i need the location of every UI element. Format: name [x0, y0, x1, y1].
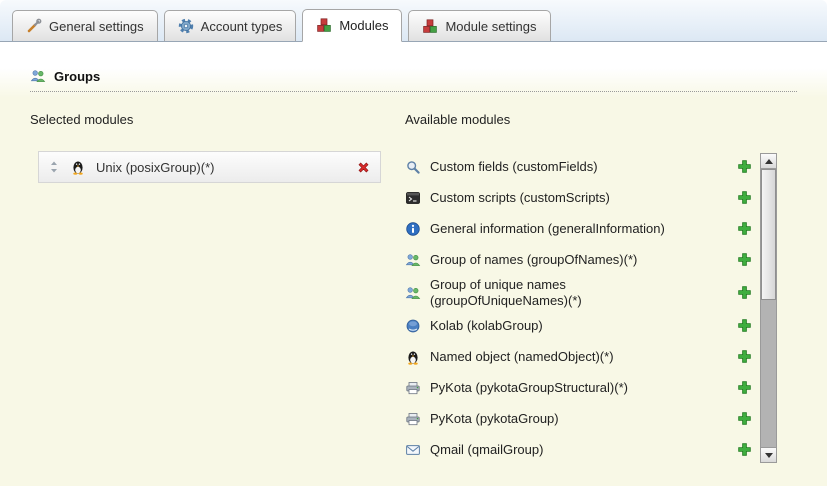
selected-modules-panel: Selected modules Unix (posixGroup)(*): [30, 112, 405, 465]
selected-modules-heading: Selected modules: [30, 112, 405, 127]
add-module-button[interactable]: [736, 190, 752, 206]
tab-label: Module settings: [445, 19, 536, 34]
available-modules-list-wrap: Custom fields (customFields) Custom scri…: [405, 151, 797, 465]
groups-section-header: Groups: [30, 68, 797, 92]
remove-module-button[interactable]: [355, 159, 371, 175]
available-module-row: Group of unique names (groupOfUniqueName…: [405, 275, 752, 310]
drag-handle-icon[interactable]: [48, 159, 60, 175]
groups-section-title: Groups: [54, 69, 100, 84]
tab-modules[interactable]: Modules: [302, 9, 402, 42]
module-label: Custom fields (customFields): [430, 157, 598, 177]
tab-label: General settings: [49, 19, 144, 34]
scroll-up-button[interactable]: [760, 153, 777, 169]
module-label: Kolab (kolabGroup): [430, 316, 543, 336]
module-label: Named object (namedObject)(*): [430, 347, 614, 367]
tab-general-settings[interactable]: General settings: [12, 10, 158, 41]
add-module-button[interactable]: [736, 411, 752, 427]
scroll-down-icon: [765, 453, 773, 458]
info-icon: [405, 221, 421, 237]
tux-icon: [405, 349, 421, 365]
available-module-row: PyKota (pykotaGroupStructural)(*): [405, 372, 752, 403]
modules-icon: [422, 18, 438, 34]
modules-columns: Selected modules Unix (posixGroup)(*) Av…: [30, 112, 797, 465]
module-label: PyKota (pykotaGroup): [430, 409, 559, 429]
available-module-row: PyKota (pykotaGroup): [405, 403, 752, 434]
tux-icon: [70, 159, 86, 175]
script-icon: [405, 190, 421, 206]
add-module-button[interactable]: [736, 221, 752, 237]
scrollbar[interactable]: [760, 153, 777, 463]
available-modules-list: Custom fields (customFields) Custom scri…: [405, 151, 797, 465]
gear-icon: [178, 18, 194, 34]
available-module-row: Named object (namedObject)(*): [405, 341, 752, 372]
available-modules-heading: Available modules: [405, 112, 797, 127]
modules-tab-content: Groups Selected modules Unix (posixGroup…: [0, 68, 827, 486]
printer-icon: [405, 380, 421, 396]
selected-module-row: Unix (posixGroup)(*): [38, 151, 381, 183]
add-module-button[interactable]: [736, 318, 752, 334]
lam-configuration-page: General settings Account types Modules M…: [0, 0, 827, 486]
add-module-button[interactable]: [736, 442, 752, 458]
module-label: Unix (posixGroup)(*): [96, 160, 345, 175]
available-module-row: Qmail (qmailGroup): [405, 434, 752, 465]
scroll-down-button[interactable]: [760, 447, 777, 463]
module-label: Group of names (groupOfNames)(*): [430, 250, 637, 270]
tab-bar: General settings Account types Modules M…: [0, 0, 827, 42]
module-label: Group of unique names (groupOfUniqueName…: [430, 275, 702, 310]
available-module-row: Custom fields (customFields): [405, 151, 752, 182]
groups-icon: [30, 68, 46, 84]
available-module-row: Kolab (kolabGroup): [405, 310, 752, 341]
module-label: Qmail (qmailGroup): [430, 440, 543, 460]
kolab-icon: [405, 318, 421, 334]
available-module-row: Custom scripts (customScripts): [405, 182, 752, 213]
tab-label: Account types: [201, 19, 283, 34]
add-module-button[interactable]: [736, 380, 752, 396]
tools-icon: [26, 18, 42, 34]
available-module-row: Group of names (groupOfNames)(*): [405, 244, 752, 275]
tab-account-types[interactable]: Account types: [164, 10, 297, 41]
module-label: Custom scripts (customScripts): [430, 188, 610, 208]
mail-icon: [405, 442, 421, 458]
module-label: General information (generalInformation): [430, 219, 665, 239]
tab-label: Modules: [339, 18, 388, 33]
available-modules-panel: Available modules Custom fields (customF…: [405, 112, 797, 465]
search-icon: [405, 159, 421, 175]
available-module-row: General information (generalInformation): [405, 213, 752, 244]
add-module-button[interactable]: [736, 159, 752, 175]
add-module-button[interactable]: [736, 349, 752, 365]
scroll-up-icon: [765, 159, 773, 164]
module-label: PyKota (pykotaGroupStructural)(*): [430, 378, 628, 398]
add-module-button[interactable]: [736, 252, 752, 268]
scrollbar-thumb[interactable]: [761, 169, 776, 300]
scrollbar-track[interactable]: [760, 169, 777, 447]
group-icon: [405, 285, 421, 301]
tab-module-settings[interactable]: Module settings: [408, 10, 550, 41]
printer-icon: [405, 411, 421, 427]
group-icon: [405, 252, 421, 268]
add-module-button[interactable]: [736, 285, 752, 301]
modules-icon: [316, 17, 332, 33]
